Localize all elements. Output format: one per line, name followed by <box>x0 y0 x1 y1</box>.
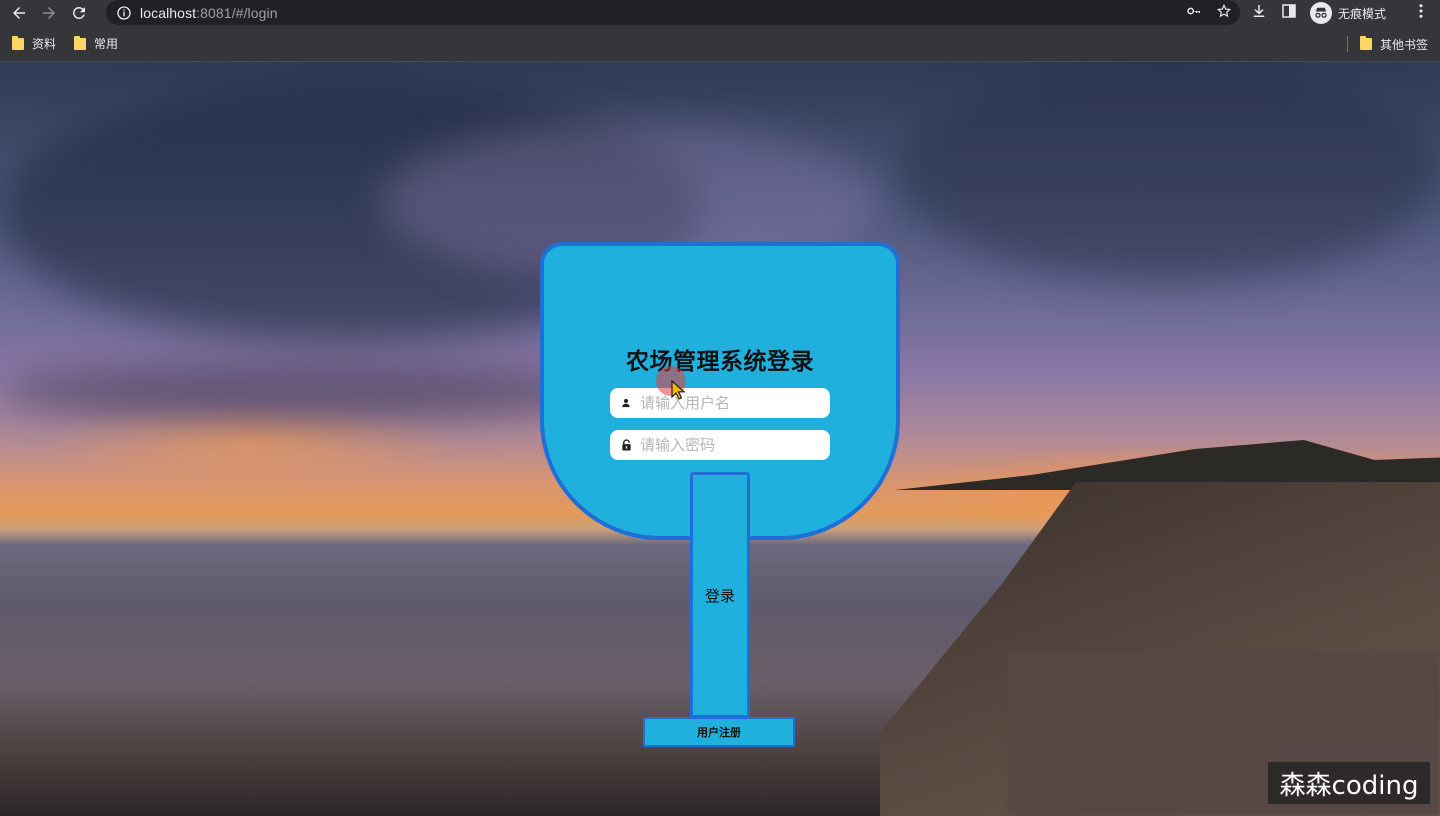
browser-toolbar: localhost:8081/#/login 无痕模式 <box>0 0 1440 26</box>
folder-icon <box>74 35 87 50</box>
password-input[interactable] <box>640 436 820 454</box>
bookmark-label: 资料 <box>32 37 57 51</box>
username-field[interactable] <box>610 388 830 418</box>
arrow-right-icon <box>43 7 55 19</box>
bookmarks-bar: 资料 常用 其他书签 <box>0 26 1440 62</box>
address-bar[interactable]: localhost:8081/#/login <box>106 0 1240 25</box>
register-button[interactable]: 用户注册 <box>643 717 795 747</box>
incognito-indicator[interactable]: 无痕模式 <box>1310 2 1386 24</box>
cloud-decoration <box>900 62 1440 282</box>
bookmark-folder-2[interactable]: 常用 <box>74 35 118 52</box>
username-input[interactable] <box>640 394 820 412</box>
back-button[interactable] <box>4 0 34 26</box>
login-title: 农场管理系统登录 <box>626 349 814 375</box>
folder-icon <box>1359 36 1372 50</box>
url-path: :8081/#/login <box>196 4 278 21</box>
other-bookmarks-label: 其他书签 <box>1379 37 1428 52</box>
download-icon[interactable] <box>1250 2 1268 24</box>
info-icon[interactable] <box>116 5 132 21</box>
bookmark-folder-1[interactable]: 资料 <box>12 35 56 52</box>
login-button[interactable]: 登录 <box>690 472 750 718</box>
lock-icon <box>620 439 632 451</box>
bookmarks-divider <box>1346 36 1348 52</box>
bookmark-label: 常用 <box>94 37 119 51</box>
other-bookmarks[interactable]: 其他书签 <box>1359 36 1428 53</box>
key-icon[interactable] <box>1186 3 1202 23</box>
reload-icon <box>73 6 85 19</box>
side-panel-icon[interactable] <box>1280 2 1298 24</box>
url-host: localhost <box>140 4 197 21</box>
arrow-left-icon <box>13 7 25 19</box>
forward-button[interactable] <box>34 0 64 26</box>
login-page: 农场管理系统登录 登录 用户注册 森森coding <box>0 62 1440 816</box>
mouse-cursor-icon <box>671 380 686 400</box>
watermark: 森森coding <box>1268 762 1430 804</box>
password-field[interactable] <box>610 430 830 460</box>
cloud-decoration <box>0 362 600 422</box>
folder-icon <box>12 35 24 50</box>
star-icon[interactable] <box>1216 3 1232 23</box>
reload-button[interactable] <box>64 0 94 26</box>
url-text: localhost:8081/#/login <box>140 5 278 21</box>
user-icon <box>620 397 632 409</box>
more-vert-icon[interactable] <box>1412 2 1430 24</box>
incognito-label: 无痕模式 <box>1338 6 1387 21</box>
incognito-icon <box>1310 2 1332 24</box>
